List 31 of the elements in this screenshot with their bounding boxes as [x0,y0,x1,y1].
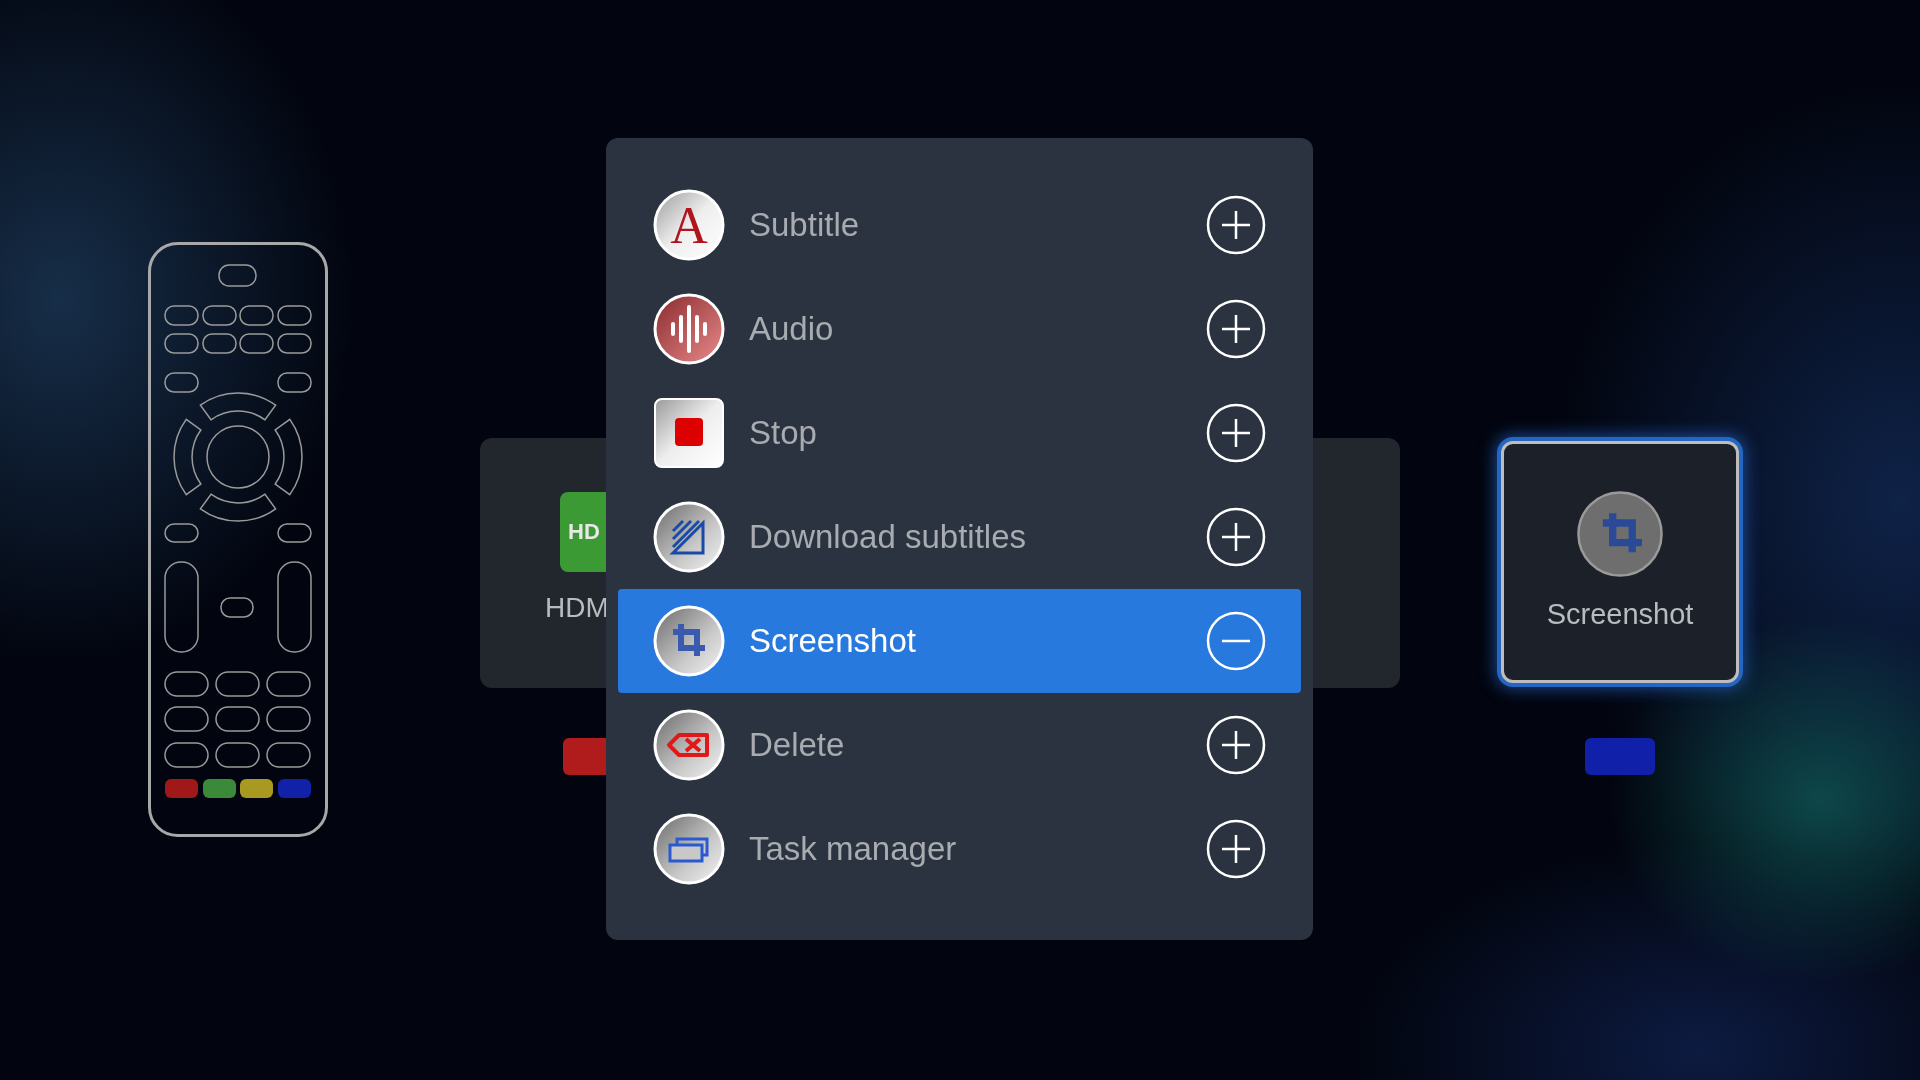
menu-item[interactable]: Task manager [618,797,1301,901]
menu-item-label: Task manager [749,830,958,868]
crop-icon [1576,490,1664,578]
menu-item-label: Subtitle [749,206,861,244]
add-icon[interactable] [1206,195,1266,255]
letter-icon: A [653,189,725,261]
menu-item-label: Audio [749,310,835,348]
hdmi-badge: HD [560,492,606,572]
tile-label: Screenshot [1546,598,1694,631]
add-icon[interactable] [1206,299,1266,359]
menu-item[interactable]: Stop [618,381,1301,485]
tile-label: HDM [545,592,609,624]
sound-wave-icon [653,293,725,365]
add-icon[interactable] [1206,403,1266,463]
menu-item-label: Delete [749,726,846,764]
menu-item[interactable]: Screenshot [618,589,1301,693]
menu-item-label: Download subtitles [749,518,1027,556]
menu-item-label: Stop [749,414,818,452]
add-icon[interactable] [1206,715,1266,775]
add-icon[interactable] [1206,819,1266,879]
crop-icon [653,605,725,677]
menu-item[interactable]: Delete [618,693,1301,797]
add-icon[interactable] [1206,507,1266,567]
menu-item[interactable]: Download subtitles [618,485,1301,589]
remove-icon[interactable] [1206,611,1266,671]
backspace-icon [653,709,725,781]
windows-icon [653,813,725,885]
stop-icon [653,397,725,469]
menu-item[interactable]: A Subtitle [618,173,1301,277]
menu-item[interactable]: Audio [618,277,1301,381]
menu-item-label: Screenshot [749,622,917,660]
